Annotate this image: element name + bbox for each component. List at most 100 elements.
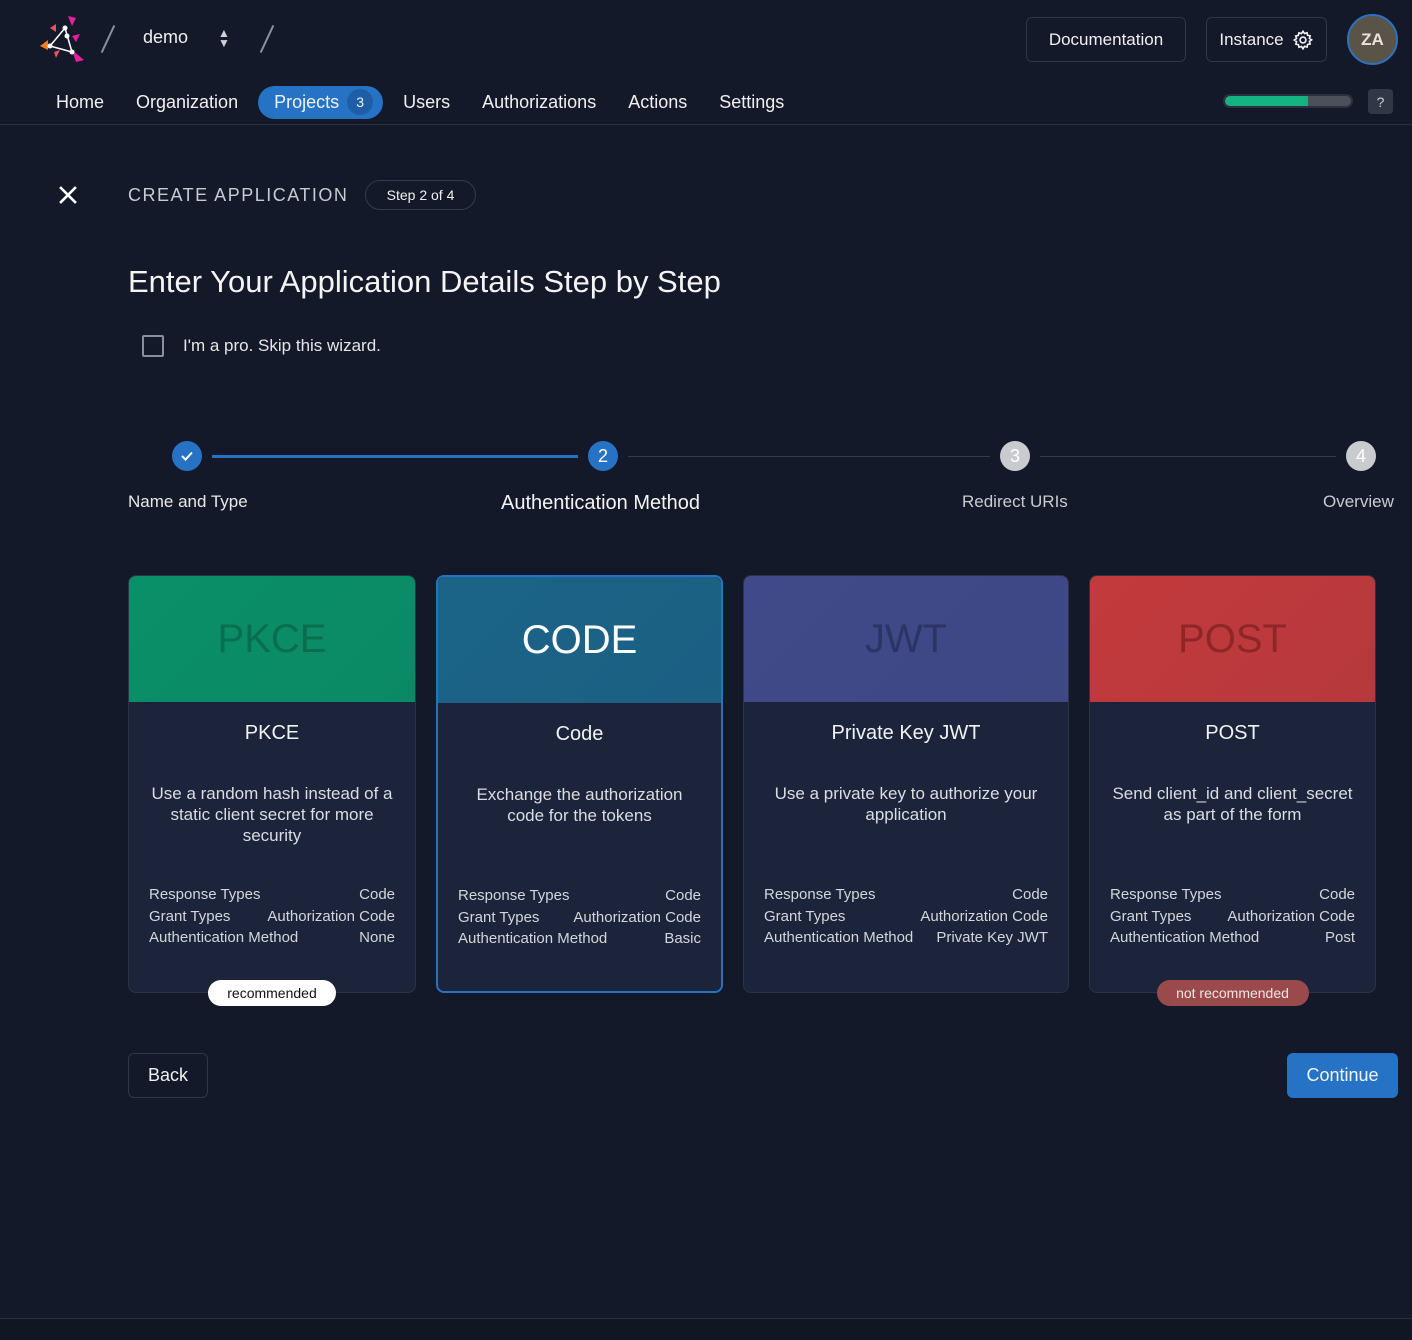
back-button[interactable]: Back [128, 1053, 208, 1098]
property-row: Authentication Method Private Key JWT [764, 929, 1048, 951]
card-properties: Response Types Code Grant Types Authorizati… [149, 886, 395, 951]
auth-method-card[interactable]: CODE Code Exchange the authorization code … [436, 575, 723, 993]
property-key: Response Types [149, 886, 261, 903]
user-avatar[interactable]: ZA [1347, 14, 1398, 65]
property-row: Grant Types Authorization Code [1110, 908, 1355, 930]
nav-actions[interactable]: Actions [612, 86, 703, 119]
step-indicator-chip: Step 2 of 4 [365, 180, 476, 210]
nav-label: Users [403, 91, 451, 112]
check-icon [181, 451, 193, 461]
property-row: Response Types Code [149, 886, 395, 908]
property-value: Code [665, 887, 701, 904]
property-key: Authentication Method [458, 930, 608, 947]
property-key: Response Types [1110, 886, 1222, 903]
card-banner: JWT [744, 576, 1068, 702]
auth-method-card[interactable]: PKCE PKCE Use a random hash instead of a s… [128, 575, 416, 1006]
auth-method-card[interactable]: POST POST Send client_id and client_secret… [1089, 575, 1376, 1006]
property-value: Authorization Code [267, 907, 395, 925]
property-value: Post [1324, 929, 1355, 946]
instance-button[interactable]: Instance [1206, 17, 1327, 62]
card-banner: PKCE [129, 576, 415, 702]
step-connector [1040, 456, 1336, 457]
card-properties: Response Types Code Grant Types Authorizati… [458, 887, 701, 952]
property-row: Authentication Method Post [1110, 929, 1355, 951]
org-name[interactable]: demo [143, 27, 188, 48]
property-value: Authorization Code [1227, 907, 1355, 925]
close-icon[interactable] [56, 183, 80, 207]
nav-settings[interactable]: Settings [703, 86, 800, 119]
nav-label: Organization [136, 91, 239, 112]
wizard-title: CREATE APPLICATION [128, 185, 349, 205]
card-properties: Response Types Code Grant Types Authorizati… [1110, 886, 1355, 951]
nav-label: Actions [628, 91, 688, 112]
step-2-label: Authentication Method [501, 492, 701, 514]
not-recommended-badge: not recommended [1156, 980, 1309, 1006]
property-value: None [359, 929, 395, 946]
nav-label: Projects [274, 91, 340, 112]
card-banner: CODE [438, 577, 721, 703]
nav-home[interactable]: Home [40, 86, 120, 119]
property-value: Private Key JWT [936, 929, 1048, 946]
property-row: Response Types Code [764, 886, 1048, 908]
property-key: Response Types [764, 886, 876, 903]
step-3-label: Redirect URIs [962, 492, 1068, 511]
top-header: demo ▲ ▼ Documentation Instance ZA Home O… [0, 0, 1412, 125]
property-value: Authorization Code [573, 908, 701, 926]
step-number: 3 [1009, 445, 1020, 466]
property-key: Response Types [458, 887, 570, 904]
card-properties: Response Types Code Grant Types Authorizati… [764, 886, 1048, 951]
nav-users[interactable]: Users [387, 86, 466, 119]
card-description: Send client_id and client_secret as part… [1112, 784, 1353, 824]
step-1-indicator[interactable] [172, 441, 202, 471]
onboarding-progress-bar[interactable] [1223, 94, 1353, 108]
property-row: Authentication Method Basic [458, 930, 701, 952]
step-2-indicator: 2 [588, 441, 618, 471]
main-nav: Home Organization Projects 3 Users Autho… [40, 85, 800, 119]
step-number: 4 [1355, 445, 1366, 466]
step-1-label[interactable]: Name and Type [128, 492, 248, 512]
card-banner: POST [1090, 576, 1375, 702]
logo-icon[interactable] [38, 14, 90, 64]
property-key: Grant Types [764, 907, 846, 925]
documentation-label: Documentation [1048, 29, 1164, 49]
nav-authorizations[interactable]: Authorizations [466, 86, 612, 119]
card-title: PKCE [244, 722, 300, 744]
continue-button[interactable]: Continue [1287, 1053, 1398, 1098]
step-connector [212, 455, 578, 458]
card-title: Private Key JWT [831, 722, 981, 744]
card-title: Code [555, 723, 604, 745]
property-value: Basic [664, 930, 701, 947]
nav-organization[interactable]: Organization [120, 86, 254, 119]
recommended-badge: recommended [208, 980, 336, 1006]
help-label: ? [1376, 93, 1385, 110]
property-key: Authentication Method [149, 929, 299, 946]
org-switch-chevrons-icon[interactable]: ▲ ▼ [216, 27, 232, 50]
property-row: Grant Types Authorization Code [149, 908, 395, 930]
nav-label: Settings [719, 91, 785, 112]
skip-wizard-label[interactable]: I'm a pro. Skip this wizard. [183, 336, 381, 356]
page-heading: Enter Your Application Details Step by S… [128, 264, 721, 299]
property-key: Authentication Method [1110, 929, 1260, 946]
property-value: Code [1012, 886, 1048, 903]
property-key: Authentication Method [764, 929, 914, 946]
help-button[interactable]: ? [1368, 89, 1393, 114]
instance-label: Instance [1219, 29, 1284, 49]
step-number: 2 [597, 445, 608, 466]
step-4-indicator: 4 [1346, 441, 1376, 471]
app-root: demo ▲ ▼ Documentation Instance ZA Home O… [0, 0, 1412, 1340]
property-value: Authorization Code [920, 907, 1048, 925]
skip-wizard-checkbox[interactable] [142, 335, 164, 357]
step-3-indicator: 3 [1000, 441, 1030, 471]
card-description: Use a random hash instead of a static cl… [151, 784, 393, 845]
property-row: Grant Types Authorization Code [458, 909, 701, 931]
footer [0, 1319, 1412, 1340]
nav-projects[interactable]: Projects 3 [258, 85, 384, 119]
property-row: Response Types Code [458, 887, 701, 909]
card-title: POST [1205, 722, 1260, 744]
property-row: Grant Types Authorization Code [764, 908, 1048, 930]
breadcrumb-separator [259, 24, 275, 54]
card-description: Exchange the authorization code for the … [476, 785, 683, 825]
auth-method-card[interactable]: JWT Private Key JWT Use a private key to a… [743, 575, 1069, 993]
nav-label: Authorizations [482, 91, 597, 112]
documentation-button[interactable]: Documentation [1026, 17, 1186, 62]
